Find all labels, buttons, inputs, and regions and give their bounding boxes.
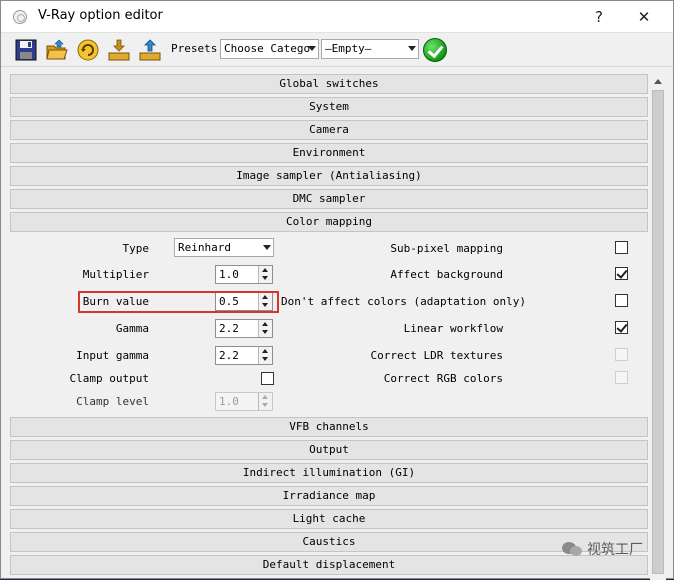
correct-ldr-label: Correct LDR textures: [370, 349, 503, 362]
input-gamma-label: Input gamma: [76, 349, 149, 362]
type-dropdown[interactable]: Reinhard: [174, 238, 274, 257]
gamma-spinner[interactable]: 2.2: [215, 319, 273, 338]
spinner-arrows-icon[interactable]: [258, 320, 272, 337]
rollout-environment[interactable]: Environment: [10, 143, 648, 163]
load-preset-icon[interactable]: [107, 38, 131, 62]
window-title: V-Ray option editor: [38, 8, 163, 23]
correct-rgb-label: Correct RGB colors: [383, 372, 503, 385]
gamma-value: 2.2: [219, 322, 239, 335]
correct-rgb-checkbox[interactable]: [615, 371, 628, 384]
save-preset-icon[interactable]: [138, 38, 162, 62]
multiplier-value: 1.0: [219, 268, 239, 281]
preset-value: —Empty—: [325, 42, 372, 55]
spinner-arrows-icon[interactable]: [258, 347, 272, 364]
title-bar: V-Ray option editor ? ✕: [1, 1, 673, 33]
clamp-level-spinner[interactable]: 1.0: [215, 392, 273, 411]
spinner-arrows-icon[interactable]: [258, 266, 272, 283]
rollout-irradiance-map[interactable]: Irradiance map: [10, 486, 648, 506]
subpixel-mapping-checkbox[interactable]: [615, 241, 628, 254]
type-label: Type: [122, 242, 150, 255]
presets-label: Presets:: [171, 42, 224, 55]
rollout-default-displacement[interactable]: Default displacement: [10, 555, 648, 575]
watermark-text: 视筑工厂: [587, 542, 643, 558]
reset-icon[interactable]: [76, 38, 100, 62]
preset-dropdown[interactable]: —Empty—: [321, 39, 419, 59]
input-gamma-value: 2.2: [219, 349, 239, 362]
rollout-output[interactable]: Output: [10, 440, 648, 460]
open-folder-icon[interactable]: [45, 38, 69, 62]
rollout-dmc-sampler[interactable]: DMC sampler: [10, 189, 648, 209]
save-icon[interactable]: [14, 38, 38, 62]
clamp-output-label: Clamp output: [69, 372, 149, 385]
correct-ldr-checkbox[interactable]: [615, 348, 628, 361]
rollout-camera[interactable]: Camera: [10, 120, 648, 140]
gamma-label: Gamma: [115, 322, 149, 335]
preset-category-dropdown[interactable]: Choose Catego: [220, 39, 319, 59]
burn-value-highlight-box: [78, 291, 279, 313]
vertical-scrollbar[interactable]: [650, 73, 666, 580]
scrollbar-thumb[interactable]: [652, 90, 664, 574]
rollout-light-cache[interactable]: Light cache: [10, 509, 648, 529]
close-button[interactable]: ✕: [631, 5, 657, 29]
rollout-caustics[interactable]: Caustics: [10, 532, 648, 552]
chevron-down-icon: [263, 245, 271, 250]
rollout-indirect-illumination[interactable]: Indirect illumination (GI): [10, 463, 648, 483]
clamp-level-value: 1.0: [219, 395, 239, 408]
vray-option-editor-window: V-Ray option editor ? ✕ Presets: Choose …: [0, 0, 674, 580]
affect-background-label: Affect background: [390, 268, 503, 281]
chevron-down-icon: [308, 46, 316, 51]
rollout-vfb-channels[interactable]: VFB channels: [10, 417, 648, 437]
clamp-level-label: Clamp level: [76, 395, 149, 408]
scroll-up-icon[interactable]: [654, 79, 662, 84]
input-gamma-spinner[interactable]: 2.2: [215, 346, 273, 365]
affect-background-checkbox[interactable]: [615, 267, 628, 280]
clamp-output-checkbox[interactable]: [261, 372, 274, 385]
wechat-icon: [561, 541, 583, 557]
spinner-arrows-icon[interactable]: [258, 393, 272, 410]
multiplier-spinner[interactable]: 1.0: [215, 265, 273, 284]
dont-affect-colors-checkbox[interactable]: [615, 294, 628, 307]
app-icon: [13, 10, 27, 24]
rollout-system[interactable]: System: [10, 97, 648, 117]
linear-workflow-checkbox[interactable]: [615, 321, 628, 334]
chevron-down-icon: [408, 46, 416, 51]
rollout-color-mapping[interactable]: Color mapping: [10, 212, 648, 232]
subpixel-mapping-label: Sub-pixel mapping: [390, 242, 503, 255]
dont-affect-colors-label: Don't affect colors (adaptation only): [281, 295, 527, 308]
multiplier-label: Multiplier: [82, 268, 149, 281]
apply-preset-button[interactable]: [423, 38, 447, 62]
linear-workflow-label: Linear workflow: [403, 322, 503, 335]
toolbar: Presets: Choose Catego —Empty—: [1, 33, 673, 67]
help-button[interactable]: ?: [586, 5, 612, 29]
rollout-global-switches[interactable]: Global switches: [10, 74, 648, 94]
preset-category-value: Choose Catego: [224, 42, 311, 55]
rollout-image-sampler[interactable]: Image sampler (Antialiasing): [10, 166, 648, 186]
type-value: Reinhard: [178, 241, 231, 254]
